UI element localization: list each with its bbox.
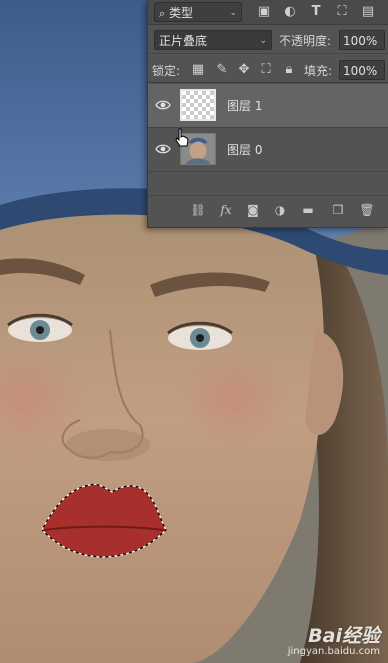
- new-layer-icon[interactable]: ❐: [330, 202, 346, 218]
- baidu-jingyan-watermark: Bai经验 jingyan.baidu.com: [288, 621, 380, 657]
- adjustment-icon[interactable]: ◑: [272, 202, 288, 218]
- opacity-value: 100%: [343, 34, 378, 48]
- blend-mode-dropdown[interactable]: 正片叠底 ⌄: [154, 30, 272, 50]
- layer-filter-row: ⌕ 类型 ⌄ ▣ ◐ T ⛶ ▤: [148, 0, 388, 25]
- lock-position-icon[interactable]: ✥: [236, 62, 252, 78]
- watermark-logo: Bai经验: [308, 625, 380, 647]
- shape-filter-icon[interactable]: ⛶: [334, 4, 350, 20]
- lock-all-icon[interactable]: 🔒︎: [281, 62, 297, 78]
- lock-transparent-icon[interactable]: ▦: [190, 62, 206, 78]
- fill-value: 100%: [343, 64, 378, 78]
- eye-icon[interactable]: [155, 142, 171, 156]
- smart-object-filter-icon[interactable]: ▤: [360, 4, 376, 20]
- layer-name: 图层 0: [227, 143, 263, 157]
- trash-icon[interactable]: 🗑︎: [359, 202, 375, 218]
- layer-thumbnail-transparent: [180, 89, 216, 121]
- lock-artboard-icon[interactable]: ⛶: [258, 62, 274, 78]
- adjustment-filter-icon[interactable]: ◐: [282, 4, 298, 20]
- type-filter-icon[interactable]: T: [308, 4, 324, 20]
- fill-field[interactable]: 100%: [339, 60, 385, 80]
- mask-icon[interactable]: ◙: [245, 202, 261, 218]
- blend-mode-value: 正片叠底: [159, 34, 208, 48]
- layers-panel: ⌕ 类型 ⌄ ▣ ◐ T ⛶ ▤ 正片叠底 ⌄ 不透明度: 100% 锁定: ▦…: [147, 0, 388, 228]
- fill-label: 填充:: [304, 64, 333, 78]
- search-icon: ⌕: [159, 7, 166, 20]
- filter-kind-label: 类型: [169, 6, 194, 20]
- watermark-url: jingyan.baidu.com: [287, 646, 380, 657]
- folder-icon[interactable]: ▬: [300, 202, 316, 218]
- lock-row: 锁定: ▦ ✎ ✥ ⛶ 🔒︎ 填充: 100%: [148, 58, 388, 83]
- opacity-field[interactable]: 100%: [339, 30, 385, 50]
- blend-row: 正片叠底 ⌄ 不透明度: 100%: [148, 27, 388, 54]
- chevron-down-icon: ⌄: [259, 36, 267, 46]
- lock-label: 锁定:: [152, 64, 181, 78]
- opacity-label: 不透明度:: [279, 34, 332, 48]
- layers-bottom-toolbar: ⛓︎ fx ◙ ◑ ▬ ❐ 🗑︎: [148, 195, 388, 224]
- layer-row-1[interactable]: 图层 1: [148, 84, 388, 128]
- chevron-down-icon: ⌄: [229, 8, 237, 18]
- link-icon[interactable]: ⛓︎: [190, 202, 206, 218]
- eye-icon[interactable]: [155, 98, 171, 112]
- image-filter-icon[interactable]: ▣: [256, 4, 272, 20]
- layer-name: 图层 1: [227, 99, 263, 113]
- filter-kind-dropdown[interactable]: ⌕ 类型 ⌄: [154, 2, 242, 22]
- lock-image-icon[interactable]: ✎: [214, 62, 230, 78]
- fx-icon[interactable]: fx: [218, 202, 234, 218]
- hand-cursor-icon: [175, 128, 189, 147]
